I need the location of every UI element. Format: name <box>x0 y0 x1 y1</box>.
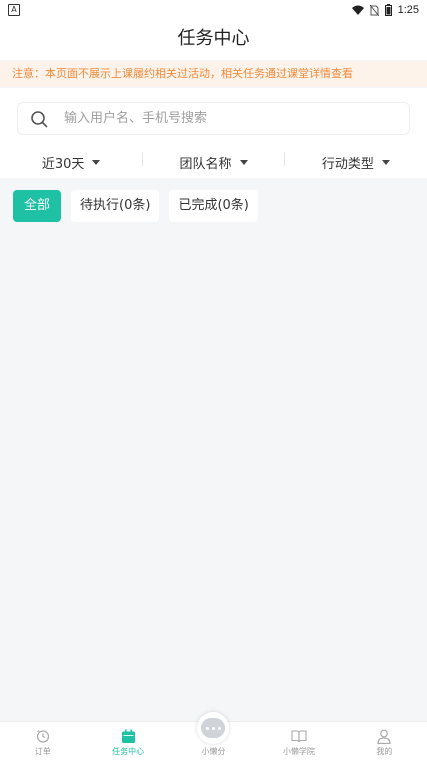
search-input[interactable] <box>64 103 394 134</box>
status-tabs: 全部 待执行(0条) 已完成(0条) <box>13 190 258 222</box>
notice-banner: 注意：本页面不展示上课履约相关过活动，相关任务通过课堂详情查看 <box>0 61 427 87</box>
nav-mine-label: 我的 <box>376 747 393 756</box>
status-bar: A 1:25 <box>0 0 427 20</box>
nav-academy-label: 小懒学院 <box>282 747 315 756</box>
caret-down-icon <box>239 159 248 165</box>
status-icons: 1:25 <box>351 2 419 18</box>
search-section <box>0 88 427 146</box>
nav-orders-label: 订单 <box>34 747 51 756</box>
filter-bar: 近30天 团队名称 行动类型 <box>0 146 427 178</box>
filter-action-type-label: 行动类型 <box>321 156 374 172</box>
filter-team-name[interactable]: 团队名称 <box>142 146 284 178</box>
caret-down-icon <box>381 159 390 165</box>
calendar-icon <box>120 728 136 744</box>
nav-mine[interactable]: 我的 <box>342 722 427 760</box>
clock-time: 1:25 <box>397 4 419 16</box>
filter-divider <box>284 152 285 166</box>
wifi-icon <box>351 5 364 15</box>
filter-team-name-label: 团队名称 <box>179 156 232 172</box>
person-icon <box>376 728 392 744</box>
filter-date-range[interactable]: 近30天 <box>0 146 142 178</box>
nav-xiaolan-score-label: 小懒分 <box>201 747 226 756</box>
nav-task-center[interactable]: 任务中心 <box>85 722 170 760</box>
tab-completed[interactable]: 已完成(0条) <box>169 190 258 222</box>
search-icon <box>31 111 48 128</box>
nav-orders[interactable]: 订单 <box>0 722 85 760</box>
tab-pending[interactable]: 待执行(0条) <box>71 190 160 222</box>
battery-icon <box>384 4 392 16</box>
filter-divider <box>142 152 143 166</box>
search-box[interactable] <box>17 102 410 135</box>
filter-action-type[interactable]: 行动类型 <box>285 146 427 178</box>
no-sim-icon <box>369 4 379 16</box>
book-icon <box>291 728 307 744</box>
filter-date-range-label: 近30天 <box>41 156 85 172</box>
app-header: 任务中心 <box>0 20 427 60</box>
tab-all[interactable]: 全部 <box>13 190 62 222</box>
notification-icon: A <box>8 4 20 16</box>
xiaolan-center-button[interactable] <box>197 712 229 744</box>
robot-icon <box>201 718 225 738</box>
clock-icon <box>35 728 51 744</box>
nav-task-center-label: 任务中心 <box>112 747 145 756</box>
nav-academy[interactable]: 小懒学院 <box>256 722 341 760</box>
page-title: 任务中心 <box>177 28 250 49</box>
caret-down-icon <box>92 159 101 165</box>
